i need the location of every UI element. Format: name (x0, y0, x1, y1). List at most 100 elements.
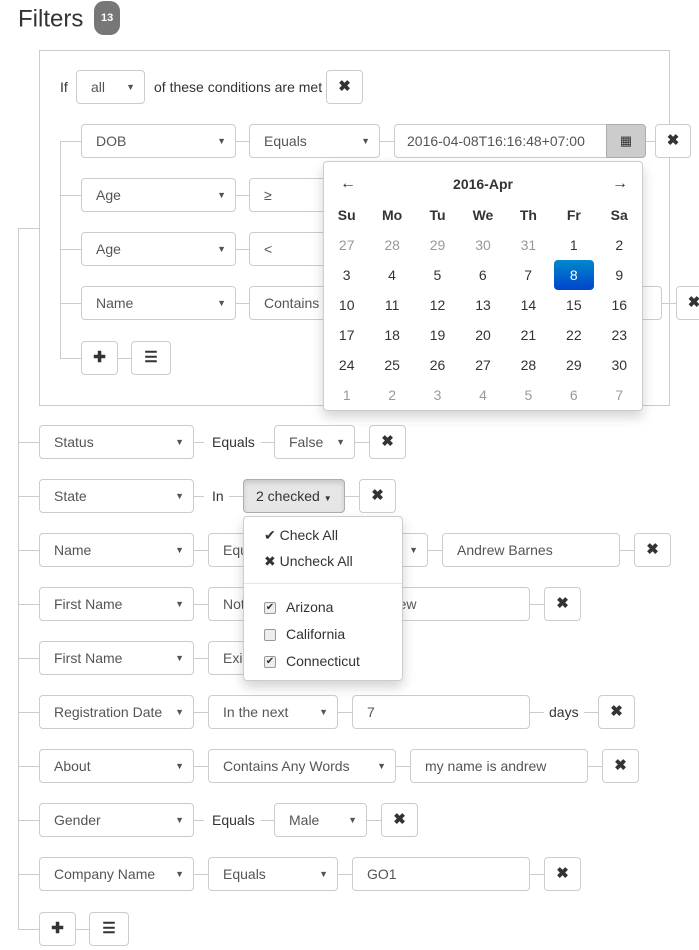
day-cell[interactable]: 14 (506, 290, 551, 320)
group-row-2-field[interactable]: Age ▼ (81, 178, 236, 212)
rule-field-select[interactable]: Company Name ▼ (39, 857, 194, 891)
day-cell[interactable]: 24 (324, 350, 369, 380)
month-label[interactable]: 2016-Apr (324, 174, 642, 194)
other-month-day[interactable]: 7 (597, 380, 642, 410)
check-all-item[interactable]: ✔ Check All (264, 525, 338, 545)
remove-rule-button[interactable]: ✖ (369, 425, 406, 459)
remove-rule-button[interactable]: ✖ (676, 286, 699, 320)
rule-field-select[interactable]: First Name ▼ (39, 641, 194, 675)
remove-rule-button[interactable]: ✖ (359, 479, 396, 513)
add-rule-button[interactable]: ✚ (39, 912, 76, 946)
checkbox-checked[interactable]: ✔ (264, 656, 276, 669)
other-month-day[interactable]: 4 (460, 380, 505, 410)
day-cell[interactable]: 18 (369, 320, 414, 350)
day-cell[interactable]: 26 (415, 350, 460, 380)
rule-field-select[interactable]: Gender ▼ (39, 803, 194, 837)
group-row-4-field[interactable]: Name ▼ (81, 286, 236, 320)
day-cell[interactable]: 29 (551, 350, 596, 380)
day-cell[interactable]: 2 (597, 230, 642, 260)
group-row-1-field[interactable]: DOB ▼ (81, 124, 236, 158)
checkbox-unchecked[interactable] (264, 629, 276, 642)
remove-rule-button[interactable]: ✖ (381, 803, 418, 837)
remove-rule-button[interactable]: ✖ (634, 533, 671, 567)
day-cell[interactable]: 13 (460, 290, 505, 320)
remove-group-button[interactable]: ✖ (326, 70, 363, 104)
other-month-day[interactable]: 29 (415, 230, 460, 260)
group-row-1-operator[interactable]: Equals ▼ (249, 124, 380, 158)
day-cell[interactable]: 27 (460, 350, 505, 380)
other-month-day[interactable]: 5 (506, 380, 551, 410)
close-icon: ✖ (646, 541, 659, 558)
state-multiselect-button[interactable]: 2 checked ▼ (243, 479, 345, 513)
rule-field-select[interactable]: Status ▼ (39, 425, 194, 459)
day-cell[interactable]: 16 (597, 290, 642, 320)
rule-operator-select[interactable]: Contains Any Words ▼ (208, 749, 396, 783)
other-month-day[interactable]: 28 (369, 230, 414, 260)
day-cell[interactable]: 1 (551, 230, 596, 260)
rule-field-select[interactable]: About ▼ (39, 749, 194, 783)
day-cell[interactable]: 23 (597, 320, 642, 350)
rule-field-select[interactable]: First Name ▼ (39, 587, 194, 621)
next-month-arrow-icon[interactable]: → (612, 174, 628, 194)
rule-value-input[interactable]: 7 (352, 695, 530, 729)
add-group-button[interactable]: ☰ (89, 912, 129, 946)
day-cell[interactable]: 7 (506, 260, 551, 290)
day-cell[interactable]: 17 (324, 320, 369, 350)
day-cell[interactable]: 22 (551, 320, 596, 350)
group-add-group-button[interactable]: ☰ (131, 341, 171, 375)
day-cell[interactable]: 15 (551, 290, 596, 320)
other-month-day[interactable]: 30 (460, 230, 505, 260)
day-cell[interactable]: 3 (324, 260, 369, 290)
remove-rule-button[interactable]: ✖ (544, 587, 581, 621)
rule-field-select[interactable]: Name ▼ (39, 533, 194, 567)
day-cell[interactable]: 12 (415, 290, 460, 320)
day-cell[interactable]: 4 (369, 260, 414, 290)
rule-operator-select[interactable]: Equals ▼ (208, 857, 338, 891)
rule-value-input[interactable]: Andrew Barnes (442, 533, 620, 567)
other-month-day[interactable]: 27 (324, 230, 369, 260)
chevron-down-icon: ▼ (175, 437, 184, 447)
checkbox-checked[interactable]: ✔ (264, 602, 276, 615)
day-cell[interactable]: 11 (369, 290, 414, 320)
list-icon: ☰ (102, 920, 116, 937)
day-cell[interactable]: 30 (597, 350, 642, 380)
rule-value-input[interactable]: GO1 (352, 857, 530, 891)
uncheck-all-item[interactable]: ✖ Uncheck All (264, 551, 353, 571)
rule-value-select[interactable]: Male ▼ (274, 803, 367, 837)
group-add-rule-button[interactable]: ✚ (81, 341, 118, 375)
rule-value-input[interactable]: my name is andrew (410, 749, 588, 783)
remove-rule-button[interactable]: ✖ (598, 695, 635, 729)
remove-rule-button[interactable]: ✖ (544, 857, 581, 891)
day-cell[interactable]: 28 (506, 350, 551, 380)
dob-date-input[interactable]: 2016-04-08T16:16:48+07:00 (394, 124, 608, 158)
group-row-3-field[interactable]: Age ▼ (81, 232, 236, 266)
day-cell[interactable]: 25 (369, 350, 414, 380)
day-cell[interactable]: 9 (597, 260, 642, 290)
remove-rule-button[interactable]: ✖ (602, 749, 639, 783)
rule-field-select[interactable]: Registration Date ▼ (39, 695, 194, 729)
group-match-select[interactable]: all ▼ (76, 70, 145, 104)
calendar-button[interactable]: ▦ (606, 124, 646, 158)
connector (118, 358, 131, 359)
remove-rule-button[interactable]: ✖ (655, 124, 691, 158)
rule-value-select[interactable]: False ▼ (274, 425, 355, 459)
day-cell[interactable]: 5 (415, 260, 460, 290)
state-option[interactable]: ✔ Connecticut (264, 651, 360, 671)
other-month-day[interactable]: 1 (324, 380, 369, 410)
select-value: State (54, 488, 87, 504)
other-month-day[interactable]: 6 (551, 380, 596, 410)
rule-operator-select[interactable]: In the next ▼ (208, 695, 338, 729)
other-month-day[interactable]: 2 (369, 380, 414, 410)
connector (60, 141, 81, 142)
other-month-day[interactable]: 31 (506, 230, 551, 260)
day-cell[interactable]: 20 (460, 320, 505, 350)
other-month-day[interactable]: 3 (415, 380, 460, 410)
day-cell[interactable]: 19 (415, 320, 460, 350)
state-option[interactable]: ✔ Arizona (264, 597, 333, 617)
selected-day[interactable]: 8 (553, 260, 594, 290)
rule-field-select[interactable]: State ▼ (39, 479, 194, 513)
day-cell[interactable]: 10 (324, 290, 369, 320)
day-cell[interactable]: 21 (506, 320, 551, 350)
state-option[interactable]: California (264, 624, 345, 644)
day-cell[interactable]: 6 (460, 260, 505, 290)
